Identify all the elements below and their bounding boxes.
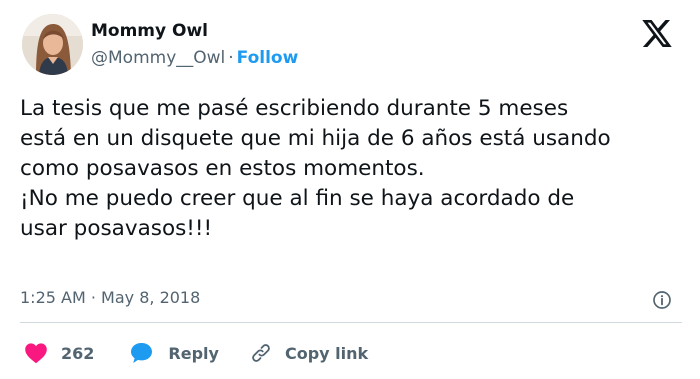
tweet-time: 1:25 AM	[20, 288, 86, 307]
copy-link-label: Copy link	[284, 343, 369, 363]
tweet-text: La tesis que me pasé escribiendo durante…	[20, 94, 690, 244]
timestamp-separator: ·	[90, 288, 96, 307]
avatar-image	[22, 14, 83, 75]
tweet-timestamp[interactable]: 1:25 AM · May 8, 2018	[20, 288, 200, 307]
tweet-date: May 8, 2018	[101, 288, 201, 307]
tweet-line: usar posavasos!!!	[20, 216, 213, 241]
speech-bubble-icon	[131, 343, 153, 363]
tweet-line: ¡No me puedo creer que al fin se haya ac…	[20, 186, 575, 211]
reply-button[interactable]: Reply	[130, 342, 219, 364]
x-logo-icon[interactable]	[642, 20, 672, 47]
like-button[interactable]: 262	[24, 342, 94, 364]
divider	[20, 322, 682, 323]
tweet-line: como posavasos en estos momentos.	[20, 156, 425, 181]
tweet-card: Mommy Owl @Mommy__Owl · Follow La tesis qu…	[0, 0, 700, 379]
follow-button[interactable]: Follow	[237, 48, 299, 68]
author-handle-row: @Mommy__Owl · Follow	[91, 48, 298, 68]
heart-icon	[25, 343, 47, 364]
handle-separator: ·	[228, 48, 234, 68]
info-icon[interactable]	[652, 290, 672, 310]
tweet-line: La tesis que me pasé escribiendo durante…	[20, 96, 569, 121]
copy-link-button[interactable]: Copy link	[250, 342, 368, 364]
author-handle[interactable]: @Mommy__Owl	[91, 48, 225, 68]
avatar[interactable]	[22, 14, 83, 75]
author-name[interactable]: Mommy Owl	[91, 21, 208, 41]
action-bar: 262 Reply Copy link	[24, 341, 368, 365]
tweet-line: está en un disquete que mi hija de 6 año…	[20, 126, 611, 151]
link-icon	[252, 344, 270, 362]
like-count: 262	[61, 343, 95, 363]
reply-label: Reply	[168, 343, 219, 363]
